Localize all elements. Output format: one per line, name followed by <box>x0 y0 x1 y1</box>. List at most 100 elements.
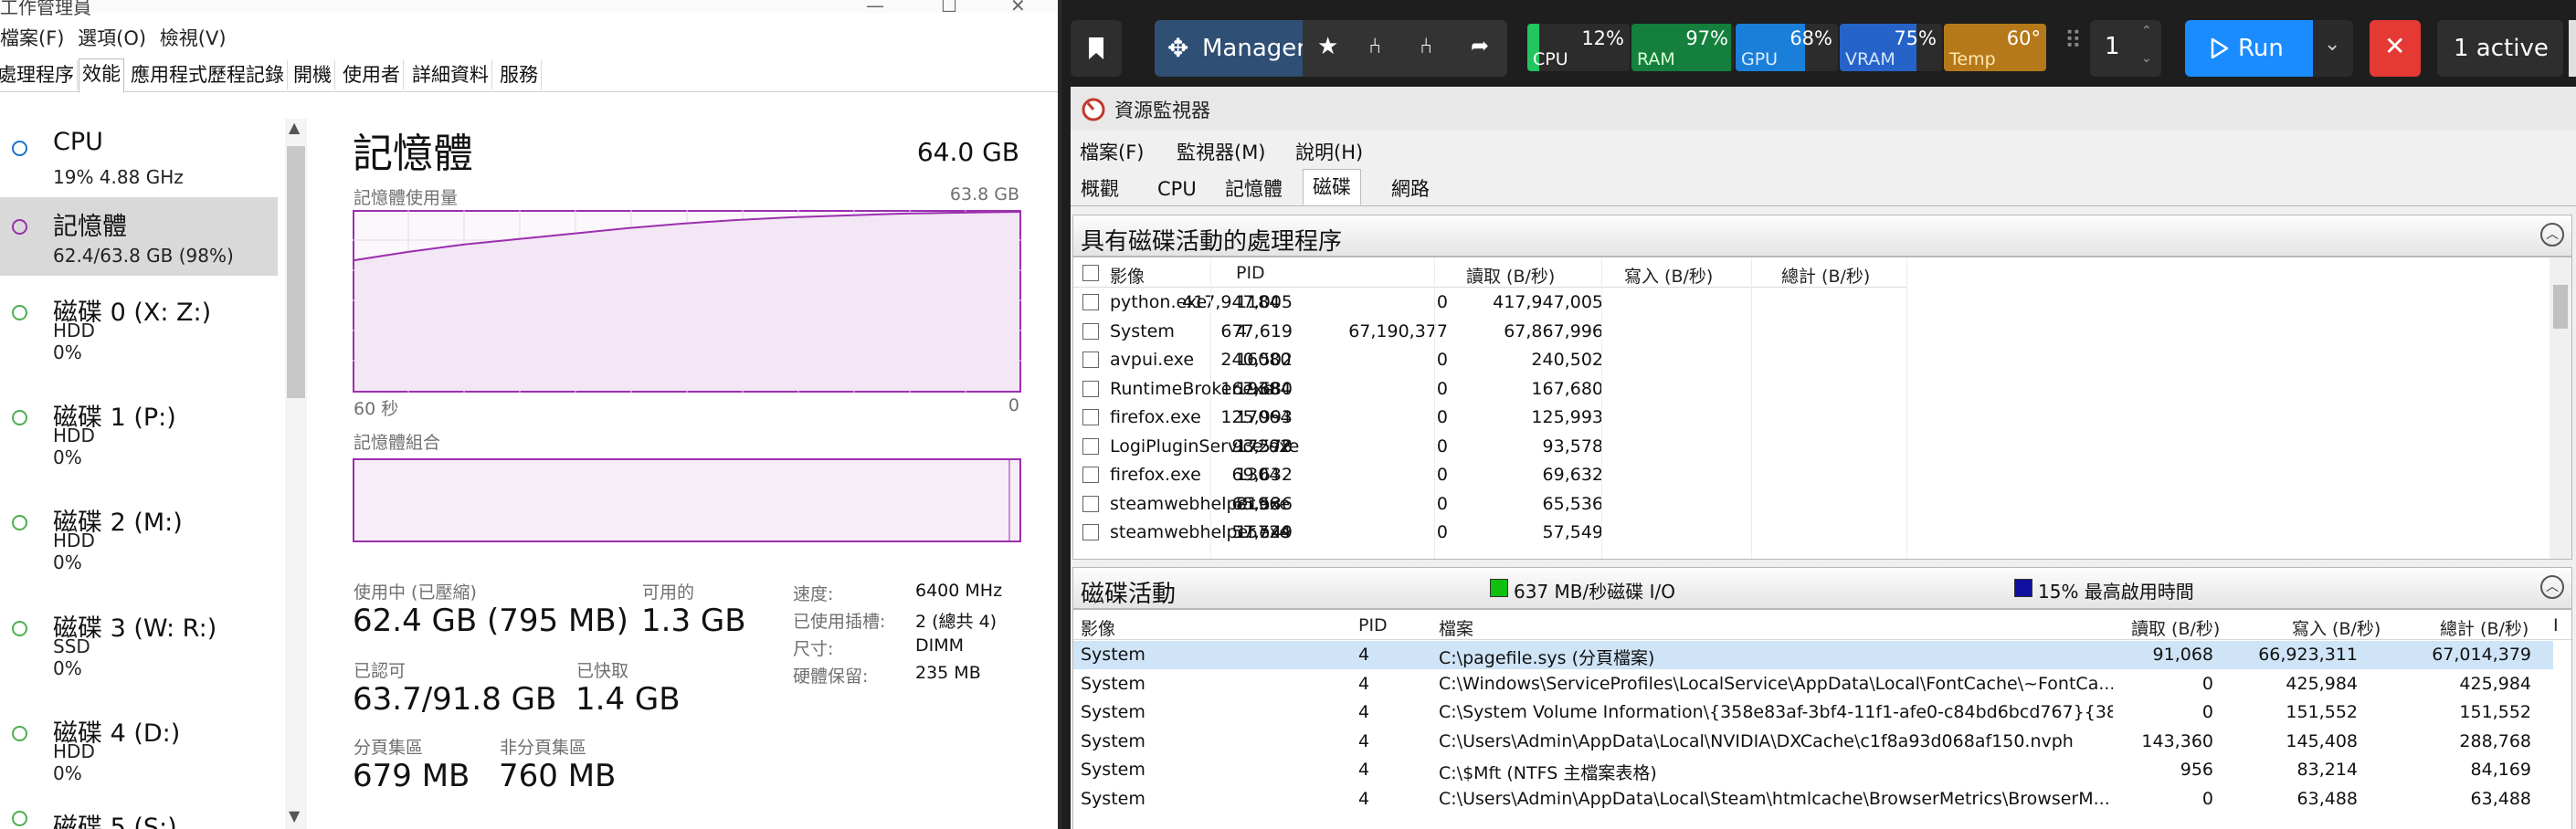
menu-options[interactable]: 選項(O) <box>78 27 146 49</box>
row-checkbox[interactable] <box>1082 495 1099 512</box>
menu-bar: 檔案(F) 選項(O) 檢視(V) <box>0 24 234 51</box>
gpu-meter: GPU 68% <box>1736 24 1838 71</box>
col-image[interactable]: 影像 <box>1110 263 1145 288</box>
table-row[interactable]: System 4 677,619 67,190,377 67,867,996 <box>1073 318 2553 346</box>
row-checkbox[interactable] <box>1082 437 1099 455</box>
table-row[interactable]: System 4 C:\$Mft (NTFS 主檔案表格) 956 83,214 84,1… <box>1073 756 2553 784</box>
col-pid[interactable]: PID <box>1236 263 1265 283</box>
tab-startup[interactable]: 開機 <box>290 60 335 89</box>
col-pid[interactable]: PID <box>1358 615 1388 635</box>
table-row[interactable]: RuntimeBroker.exe 19384 167,680 0 167,680 <box>1073 375 2553 404</box>
cell-write: 425,984 <box>2286 673 2358 694</box>
table-row[interactable]: steamwebhelper.exe 15724 57,549 0 57,549 <box>1073 519 2553 547</box>
col-total[interactable]: 總計 (B/秒) <box>1781 263 1870 288</box>
collapse-icon[interactable]: ︿ <box>2540 575 2564 599</box>
manager-button[interactable]: ✥ Manager <box>1155 20 1306 77</box>
queue-count-stepper[interactable]: 1 ⌃ ⌄ <box>2090 20 2161 77</box>
close-icon[interactable]: ✕ <box>1010 0 1026 16</box>
decrement-icon[interactable]: ⌄ <box>2141 51 2152 66</box>
maximize-icon[interactable]: ☐ <box>941 0 957 16</box>
col-total[interactable]: 總計 (B/秒) <box>2440 615 2528 640</box>
row-checkbox[interactable] <box>1082 322 1099 340</box>
increment-icon[interactable]: ⌃ <box>2141 24 2152 38</box>
select-all-checkbox[interactable] <box>1082 265 1099 281</box>
sidebar-item-disk-2[interactable]: 磁碟 2 (M:) HDD 0% <box>0 493 278 573</box>
rm-tab-cpu[interactable]: CPU <box>1155 174 1199 204</box>
activity-section-header[interactable]: 磁碟活動 637 MB/秒磁碟 I/O 15% 最高啟用時間 ︿ <box>1072 567 2572 609</box>
branch-icon[interactable]: ⑃ <box>1368 33 1381 58</box>
col-read[interactable]: 讀取 (B/秒) <box>2131 615 2220 640</box>
collapse-icon[interactable]: ︿ <box>2540 223 2564 247</box>
col-read[interactable]: 讀取 (B/秒) <box>1466 263 1555 288</box>
row-checkbox[interactable] <box>1082 409 1099 425</box>
table-row[interactable]: firefox.exe 1304 69,632 0 69,632 <box>1073 461 2553 489</box>
menu-view[interactable]: 檢視(V) <box>160 27 227 49</box>
sidebar-item-disk-5[interactable]: 磁碟 5 (S:) <box>0 794 278 829</box>
process-scroll-thumb[interactable] <box>2553 285 2568 329</box>
table-row[interactable]: System 4 C:\Users\Admin\AppData\Local\NVID… <box>1073 728 2553 756</box>
rm-tab-memory[interactable]: 記憶體 <box>1222 174 1285 204</box>
drag-handle-icon[interactable]: ⠿ <box>2064 27 2082 55</box>
sidebar-item-memory[interactable]: 記憶體 62.4/63.8 GB (98%) <box>0 197 278 276</box>
row-checkbox[interactable] <box>1082 294 1099 310</box>
tab-processes[interactable]: 處理程序 <box>0 60 78 89</box>
process-scrollbar[interactable] <box>2550 257 2571 559</box>
share-arrow-icon[interactable]: ➦ <box>1471 33 1489 58</box>
tab-users[interactable]: 使用者 <box>340 60 404 89</box>
table-row[interactable]: steamwebhelper.exe 8196 65,536 0 65,536 <box>1073 490 2553 519</box>
available-label: 可用的 <box>642 582 695 603</box>
run-options-button[interactable]: ⌄ <box>2313 20 2353 77</box>
table-row[interactable]: python.exe 1184 417,947,005 0 417,947,005 <box>1073 289 2553 317</box>
cancel-button[interactable]: ✕ <box>2370 20 2421 77</box>
scroll-down-icon[interactable]: ▼ <box>289 807 300 824</box>
tab-services[interactable]: 服務 <box>497 60 542 89</box>
rm-menu-file[interactable]: 檔案(F) <box>1080 138 1144 165</box>
sidebar-item-disk-3[interactable]: 磁碟 3 (W: R:) SSD 0% <box>0 599 278 679</box>
table-row[interactable]: LogiPluginService.exe 17292 93,578 0 93,578 <box>1073 433 2553 461</box>
col-write[interactable]: 寫入 (B/秒) <box>1624 263 1713 288</box>
rm-menu-help[interactable]: 說明(H) <box>1295 138 1363 165</box>
sidebar-item-disk-1[interactable]: 磁碟 1 (P:) HDD 0% <box>0 388 278 468</box>
menu-file[interactable]: 檔案(F) <box>0 27 64 49</box>
active-queue-button[interactable]: 1 active <box>2437 20 2563 77</box>
meter-value: 97% <box>1685 27 1728 49</box>
table-row[interactable]: firefox.exe 17064 125,993 0 125,993 <box>1073 404 2553 432</box>
col-write[interactable]: 寫入 (B/秒) <box>2292 615 2381 640</box>
row-checkbox[interactable] <box>1082 524 1099 540</box>
sidebar-item-disk-0[interactable]: 磁碟 0 (X: Z:) HDD 0% <box>0 283 278 363</box>
table-row[interactable]: System 4 C:\System Volume Information\{358… <box>1073 698 2553 727</box>
row-checkbox[interactable] <box>1082 352 1099 368</box>
rm-tab-network[interactable]: 網路 <box>1388 174 1432 204</box>
table-row[interactable]: System 4 C:\pagefile.sys (分頁檔案) 91,068 66,92… <box>1073 641 2553 669</box>
task-manager-window: 工作管理員 — ☐ ✕ 檔案(F) 選項(O) 檢視(V) 處理程序 效能 應用… <box>0 0 1058 829</box>
sidebar-item-disk-4[interactable]: 磁碟 4 (D:) HDD 0% <box>0 704 278 784</box>
col-image[interactable]: 影像 <box>1081 615 1115 640</box>
process-section-header[interactable]: 具有磁碟活動的處理程序 ︿ <box>1072 215 2572 257</box>
branch-alt-icon[interactable]: ⑃ <box>1420 33 1432 58</box>
disk-ring-icon <box>12 726 27 741</box>
meter-value: 12% <box>1581 27 1624 49</box>
scroll-up-icon[interactable]: ▲ <box>289 119 300 136</box>
tab-details[interactable]: 詳細資料 <box>409 60 492 89</box>
cell-read: 167,680 <box>1220 378 1293 399</box>
rm-menu-monitor[interactable]: 監視器(M) <box>1177 138 1266 165</box>
row-checkbox[interactable] <box>1082 467 1099 483</box>
table-row[interactable]: System 4 C:\Users\Admin\AppData\Local\Stea… <box>1073 785 2553 813</box>
table-row[interactable]: System 4 C:\Windows\ServiceProfiles\LocalS… <box>1073 670 2553 698</box>
col-file[interactable]: 檔案 <box>1439 615 1473 640</box>
tab-performance[interactable]: 效能 <box>79 58 124 93</box>
star-icon[interactable]: ★ <box>1317 33 1338 60</box>
cell-image: System <box>1081 673 1145 694</box>
rm-tab-disk[interactable]: 磁碟 <box>1303 169 1361 205</box>
sidebar-scroll-thumb[interactable] <box>287 146 305 398</box>
cell-write: 0 <box>1436 493 1448 514</box>
minimize-icon[interactable]: — <box>866 0 884 16</box>
col-io-priority[interactable]: I <box>2553 615 2559 635</box>
run-button[interactable]: Run <box>2185 20 2313 77</box>
bookmark-button[interactable] <box>1071 20 1122 77</box>
rm-tab-overview[interactable]: 概觀 <box>1078 174 1122 204</box>
table-row[interactable]: avpui.exe 16080 240,502 0 240,502 <box>1073 346 2553 374</box>
sidebar-item-cpu[interactable]: CPU 19% 4.88 GHz <box>0 119 278 197</box>
row-checkbox[interactable] <box>1082 380 1099 397</box>
tab-app-history[interactable]: 應用程式歷程記錄 <box>128 60 288 89</box>
